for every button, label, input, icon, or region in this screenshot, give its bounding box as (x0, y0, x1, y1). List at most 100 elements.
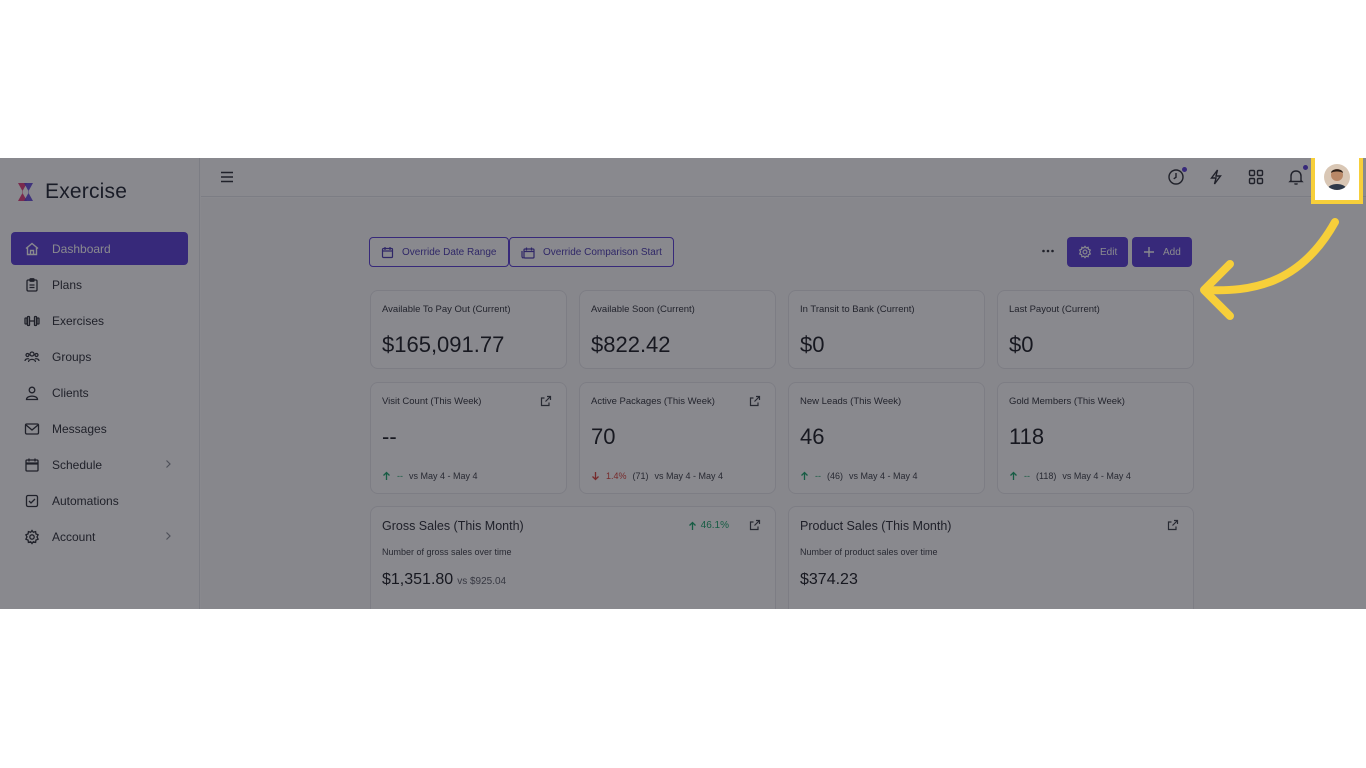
edit-button[interactable]: Edit (1067, 237, 1129, 267)
stat-change: 1.4% (606, 471, 627, 481)
override-date-range-button[interactable]: Override Date Range (369, 237, 509, 267)
stat-label: In Transit to Bank (Current) (800, 304, 915, 315)
arrow-up-icon (383, 471, 390, 480)
override-comparison-start-button[interactable]: Override Comparison Start (509, 237, 674, 267)
arrow-up-icon (688, 521, 696, 530)
external-link-icon[interactable] (1167, 519, 1179, 531)
apps-grid-icon[interactable] (1247, 168, 1265, 186)
calendar-icon (381, 246, 394, 258)
stat-label: New Leads (This Week) (800, 396, 902, 407)
stat-comparison: -- (46) vs May 4 - May 4 (800, 471, 918, 481)
stat-prev: (118) (1036, 471, 1057, 481)
notification-dot (1303, 165, 1308, 170)
stat-change: -- (397, 471, 403, 481)
stat-prev: (71) (632, 471, 649, 481)
gear-icon (24, 528, 40, 545)
home-icon (24, 241, 40, 257)
sidebar: Exercise Dashboard Plans Exercises Group… (0, 158, 200, 609)
button-label: Override Date Range (402, 246, 497, 258)
plus-icon (1144, 247, 1154, 257)
stat-label: Visit Count (This Week) (382, 396, 482, 407)
stat-label: Available To Pay Out (Current) (382, 304, 511, 315)
stat-value: $165,091.77 (382, 332, 505, 357)
stat-value: $0 (1009, 332, 1034, 357)
growth-indicator: 46.1% (688, 520, 729, 531)
sidebar-item-label: Plans (52, 277, 83, 292)
user-icon (24, 385, 40, 401)
growth-value: 46.1% (700, 520, 729, 531)
chevron-right-icon (166, 460, 171, 468)
sidebar-item-automations[interactable]: Automations (11, 484, 188, 517)
arrow-down-icon (592, 472, 599, 481)
add-button[interactable]: Add (1132, 237, 1192, 267)
button-label: Edit (1100, 246, 1118, 258)
sidebar-item-label: Exercises (52, 313, 105, 328)
brand[interactable]: Exercise (15, 180, 127, 204)
sidebar-item-label: Dashboard (52, 241, 111, 256)
stat-vs: vs May 4 - May 4 (849, 471, 918, 481)
sidebar-item-groups[interactable]: Groups (11, 340, 188, 373)
sidebar-item-label: Groups (52, 349, 92, 364)
stat-value: $822.42 (591, 332, 671, 357)
chart-value-row: $1,351.80 vs $925.04 (382, 571, 506, 589)
clipboard-icon (24, 277, 40, 293)
sidebar-item-clients[interactable]: Clients (11, 376, 188, 409)
stat-label: Available Soon (Current) (591, 304, 695, 315)
stat-card-new-leads: New Leads (This Week) 46 -- (46) vs May … (788, 382, 985, 494)
sidebar-item-label: Account (52, 529, 96, 544)
sidebar-item-messages[interactable]: Messages (11, 412, 188, 445)
mail-icon (24, 421, 40, 437)
chart-subtitle: Number of gross sales over time (382, 547, 512, 557)
stat-card-active-packages: Active Packages (This Week) 70 1.4% (71)… (579, 382, 776, 494)
chart-value: $374.23 (800, 571, 858, 588)
external-link-icon[interactable] (749, 519, 761, 531)
checkbox-icon (24, 493, 40, 509)
stat-card-gold-members: Gold Members (This Week) 118 -- (118) vs… (997, 382, 1194, 494)
stat-card-visit-count: Visit Count (This Week) -- -- vs May 4 -… (370, 382, 567, 494)
sidebar-item-exercises[interactable]: Exercises (11, 304, 188, 337)
stat-value: 118 (1009, 424, 1045, 449)
sidebar-item-label: Schedule (52, 457, 103, 472)
stat-comparison: -- vs May 4 - May 4 (382, 471, 478, 481)
stat-label: Gold Members (This Week) (1009, 396, 1125, 407)
sidebar-item-label: Automations (52, 493, 119, 508)
button-label: Override Comparison Start (543, 246, 662, 258)
arrow-up-icon (1010, 471, 1017, 480)
stat-card-in-transit: In Transit to Bank (Current) $0 (788, 290, 985, 369)
sidebar-item-schedule[interactable]: Schedule (11, 448, 188, 481)
bell-icon[interactable] (1287, 168, 1305, 186)
sidebar-item-plans[interactable]: Plans (11, 268, 188, 301)
sidebar-item-account[interactable]: Account (11, 520, 188, 553)
stat-change: -- (815, 471, 821, 481)
stat-comparison: -- (118) vs May 4 - May 4 (1009, 471, 1131, 481)
chart-title: Product Sales (This Month) (800, 519, 952, 533)
gross-sales-card: Gross Sales (This Month) 46.1% Number of… (370, 506, 776, 609)
more-options-icon[interactable] (1041, 244, 1055, 258)
stat-value: 70 (591, 424, 616, 449)
calendar-icon (24, 457, 40, 473)
external-link-icon[interactable] (749, 395, 761, 407)
sidebar-item-dashboard[interactable]: Dashboard (11, 232, 188, 265)
stat-value: $0 (800, 332, 825, 357)
button-label: Add (1163, 246, 1181, 258)
avatar-highlighted[interactable] (1324, 164, 1350, 190)
hamburger-menu-icon[interactable] (219, 169, 235, 185)
stat-comparison: 1.4% (71) vs May 4 - May 4 (591, 471, 723, 481)
arrow-up-icon (801, 471, 808, 480)
stat-label: Last Payout (Current) (1009, 304, 1100, 315)
users-group-icon (24, 349, 40, 365)
chevron-right-icon (166, 532, 171, 540)
stat-vs: vs May 4 - May 4 (654, 471, 724, 481)
chart-title: Gross Sales (This Month) (382, 519, 524, 533)
external-link-icon[interactable] (540, 395, 552, 407)
lightning-icon[interactable] (1207, 168, 1225, 186)
stat-value: -- (382, 424, 397, 449)
chart-subtitle: Number of product sales over time (800, 547, 938, 557)
stat-card-available-soon: Available Soon (Current) $822.42 (579, 290, 776, 369)
chart-value: $1,351.80 (382, 571, 454, 588)
stat-label: Active Packages (This Week) (591, 396, 715, 407)
stat-card-available-payout: Available To Pay Out (Current) $165,091.… (370, 290, 567, 369)
product-sales-card: Product Sales (This Month) Number of pro… (788, 506, 1194, 609)
notification-dot (1182, 167, 1187, 172)
calendar-stack-icon (521, 247, 535, 259)
